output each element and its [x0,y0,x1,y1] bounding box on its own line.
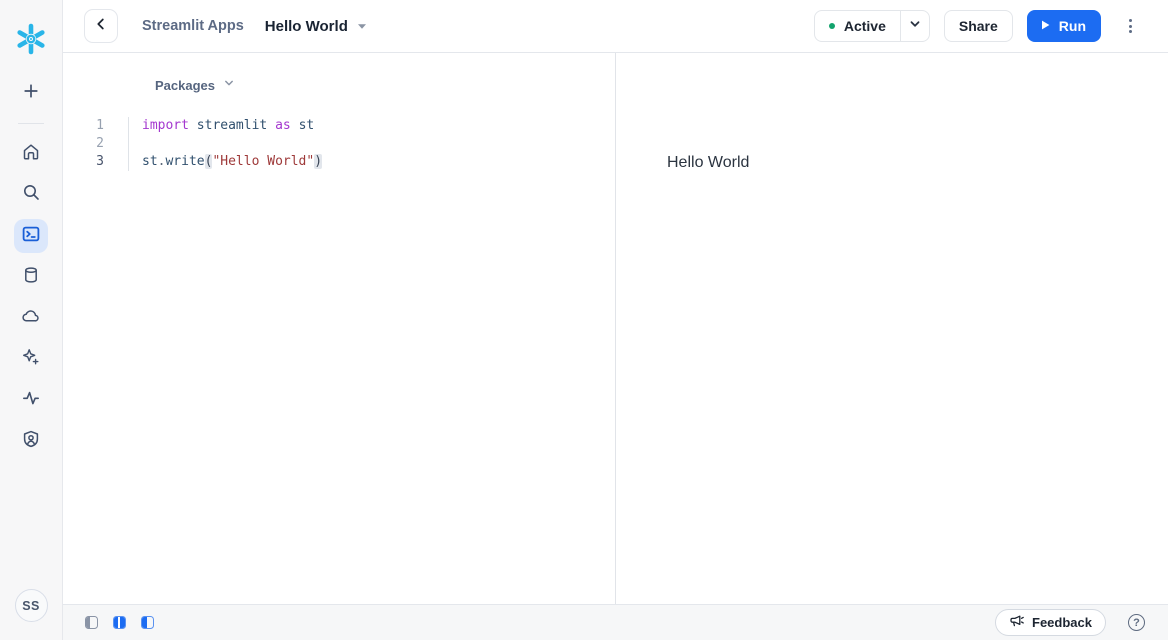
sidebar-item-projects[interactable] [14,219,48,253]
status-label: Active [844,18,886,34]
status-dropdown-button[interactable] [900,11,929,41]
code-token-plain [189,118,197,133]
cloud-icon [21,306,41,331]
status-button[interactable]: Active [815,11,900,41]
feedback-button[interactable]: Feedback [995,609,1106,636]
header-actions: Active Share Run [814,10,1142,42]
run-label: Run [1059,18,1086,34]
sidebar-nav [14,76,48,465]
caret-down-icon [357,17,367,35]
sidebar: SS [0,0,63,640]
packages-label: Packages [155,78,215,93]
breadcrumb-parent[interactable]: Streamlit Apps [142,18,244,34]
layout-split-view-icon[interactable] [113,616,126,629]
sidebar-item-home[interactable] [14,137,48,171]
line-number: 1 [63,117,128,135]
code-line[interactable]: 1import streamlit as st [63,117,615,135]
chevron-left-icon [93,16,109,37]
status-dot-icon [829,23,835,29]
feedback-label: Feedback [1032,615,1092,630]
database-icon [21,265,41,290]
line-number: 3 [63,153,128,171]
packages-dropdown[interactable]: Packages [155,75,615,95]
snowflake-logo-icon [13,20,49,58]
footer-right: Feedback ? [995,609,1145,636]
code-token-keyword: import [142,118,189,133]
code-line[interactable]: 2 [63,135,615,153]
share-button[interactable]: Share [944,10,1013,42]
workspace: Packages 1import streamlit as st23st.wri… [63,53,1168,604]
back-button[interactable] [84,9,118,43]
layout-toggles [85,616,154,629]
code-token-ident: streamlit [197,118,267,133]
shield-user-icon [21,429,41,454]
code-token-plain [291,118,299,133]
play-icon [1038,18,1052,35]
line-number: 2 [63,135,128,153]
search-icon [22,183,41,207]
layout-editor-only-icon[interactable] [85,616,98,629]
chevron-down-icon [223,76,235,94]
code-editor-pane: Packages 1import streamlit as st23st.wri… [63,53,616,604]
code-token-bracket: ) [314,154,322,169]
sidebar-item-create[interactable] [14,76,48,110]
header: Streamlit Apps Hello World Active [63,0,1168,53]
terminal-icon [21,224,41,249]
plus-icon [22,82,40,105]
code-token-ident: st [142,154,158,169]
code-text: import streamlit as st [128,117,314,135]
more-options-button[interactable] [1118,14,1142,38]
code-text [128,135,142,153]
sidebar-divider [18,123,44,124]
code-token-ident: write [165,154,204,169]
chevron-down-icon [908,17,922,36]
app-title-dropdown[interactable]: Hello World [265,17,367,35]
activity-icon [21,388,41,413]
help-button[interactable]: ? [1128,614,1145,631]
code-token-string: "Hello World" [212,154,314,169]
page-title: Hello World [265,18,348,35]
code-token-ident: st [299,118,315,133]
preview-output-text: Hello World [667,154,1168,172]
status-button-group: Active [814,10,930,42]
sidebar-item-ai-ml[interactable] [14,342,48,376]
footer-bar: Feedback ? [63,604,1168,640]
home-icon [21,142,41,167]
sidebar-item-admin[interactable] [14,424,48,458]
code-editor[interactable]: 1import streamlit as st23st.write("Hello… [63,117,615,171]
code-text: st.write("Hello World") [128,153,322,171]
sidebar-item-data[interactable] [14,260,48,294]
main-column: Streamlit Apps Hello World Active [63,0,1168,640]
sidebar-item-compute[interactable] [14,301,48,335]
sparkles-icon [21,347,41,372]
code-token-keyword: as [275,118,291,133]
megaphone-icon [1009,614,1024,631]
user-avatar[interactable]: SS [15,589,48,622]
app-window: SS Streamlit Apps Hello World [0,0,1168,640]
app-preview-pane: Hello World [616,53,1168,604]
layout-left-panel-icon[interactable] [141,616,154,629]
sidebar-item-monitoring[interactable] [14,383,48,417]
sidebar-item-search[interactable] [14,178,48,212]
code-token-plain [267,118,275,133]
run-button[interactable]: Run [1027,10,1101,42]
code-line[interactable]: 3st.write("Hello World") [63,153,615,171]
